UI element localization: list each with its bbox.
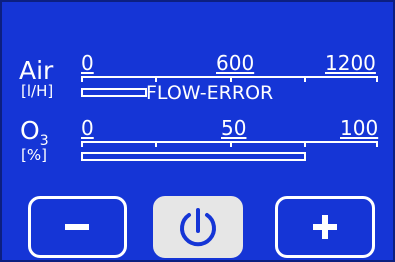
o3-unit: [%] [21,146,47,164]
power-icon [180,208,216,247]
air-scale-min: 0 [81,51,94,75]
air-label: Air [19,56,54,85]
decrease-button[interactable] [28,196,127,258]
o3-scale-tick [155,141,157,147]
minus-icon [65,224,89,230]
air-scale-tick [81,76,83,82]
o3-label-main: O [20,116,40,145]
o3-label: O3 [20,118,49,148]
air-level-bar [81,88,147,97]
o3-level-bar [81,152,306,161]
o3-scale-tick [230,141,232,147]
o3-scale-mid: 50 [221,116,247,140]
o3-scale-tick [81,141,83,147]
display-screen: Air [l/H] 0 600 1200 FLOW-ERROR O3 [%] 0… [0,0,395,262]
air-unit: [l/H] [21,82,54,100]
power-button[interactable] [153,196,243,258]
air-scale-tick [376,76,378,82]
o3-scale-tick [376,141,378,147]
increase-button[interactable] [275,196,375,258]
air-scale-mid: 600 [216,51,255,75]
o3-scale-min: 0 [81,116,94,140]
air-status-text: FLOW-ERROR [146,82,274,104]
o3-scale-tick [304,141,306,147]
plus-icon [313,215,337,239]
air-scale-max: 1200 [325,51,376,75]
o3-scale-max: 100 [340,116,379,140]
air-scale-tick [304,76,306,82]
